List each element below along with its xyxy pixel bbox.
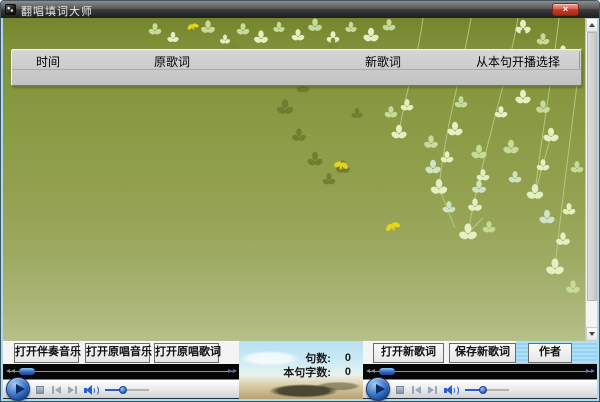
column-header-time[interactable]: 时间 [36,53,60,70]
column-header-new-lyrics[interactable]: 新歌词 [365,53,401,70]
player-controls [3,379,239,399]
previous-button[interactable] [412,386,421,394]
open-original-lyrics-button[interactable]: 打开原唱歌词 [154,343,219,363]
app-window: 翻唱填词大师 × [0,0,600,402]
line-chars-value: 0 [345,366,351,378]
window-title: 翻唱填词大师 [21,3,93,19]
arrow-down-icon [589,332,595,336]
fast-forward-icon [586,369,595,373]
lyrics-scrollbar[interactable] [585,18,597,341]
volume-thumb[interactable] [479,386,487,394]
accompaniment-player [3,364,239,399]
sentence-count-value: 0 [345,352,351,364]
lyrics-header-row: 时间 原歌词 新歌词 从本句开播选择 [12,50,581,70]
play-icon [16,384,25,394]
line-chars-label: 本句字数: [283,364,331,380]
fast-forward-icon [228,369,237,373]
play-button[interactable] [366,377,390,401]
seek-thumb[interactable] [19,368,35,375]
stop-button[interactable] [36,386,44,394]
seek-track [9,371,233,372]
volume-thumb[interactable] [119,386,127,394]
scrollbar-thumb[interactable] [587,32,597,301]
speaker-icon[interactable] [83,384,100,396]
open-original-music-button[interactable]: 打开原唱音乐 [85,343,150,363]
arrow-up-icon [589,23,595,27]
volume-slider[interactable] [105,389,149,391]
title-bar[interactable]: 翻唱填词大师 × [1,1,599,18]
stats-panel: 句数: 0 本句字数: 0 [239,341,363,399]
scroll-up-button[interactable] [586,18,598,32]
open-accompaniment-button[interactable]: 打开伴奏音乐 [14,343,79,363]
play-button[interactable] [6,377,30,401]
author-button[interactable]: 作者 [528,343,572,363]
open-new-lyrics-button[interactable]: 打开新歌词 [373,343,444,363]
next-button[interactable] [428,386,437,394]
next-icon [428,386,434,394]
next-icon [68,386,74,394]
line-chars-row: 本句字数: 0 [283,364,351,380]
player-controls [363,379,597,399]
seek-thumb[interactable] [379,368,395,375]
speaker-icon[interactable] [443,384,460,396]
play-icon [376,384,385,394]
save-new-lyrics-button[interactable]: 保存新歌词 [449,343,516,363]
volume-slider[interactable] [465,389,509,391]
seek-bar[interactable] [3,364,239,379]
column-header-play-from-line[interactable]: 从本句开播选择 [476,53,560,70]
lyrics-list-header: 时间 原歌词 新歌词 从本句开播选择 [11,49,582,86]
app-icon [5,4,16,15]
column-header-original-lyrics[interactable]: 原歌词 [154,53,190,70]
next-button[interactable] [68,386,77,394]
column-separator [579,51,580,69]
previous-button[interactable] [52,386,61,394]
lyrics-area: 时间 原歌词 新歌词 从本句开播选择 [3,18,585,341]
seek-track [369,371,591,372]
original-vocal-player [363,364,597,399]
previous-icon [55,386,61,394]
seek-bar[interactable] [363,364,597,379]
scroll-down-button[interactable] [586,327,598,341]
close-button[interactable]: × [552,3,579,16]
previous-icon [415,386,421,394]
stop-button[interactable] [396,386,404,394]
